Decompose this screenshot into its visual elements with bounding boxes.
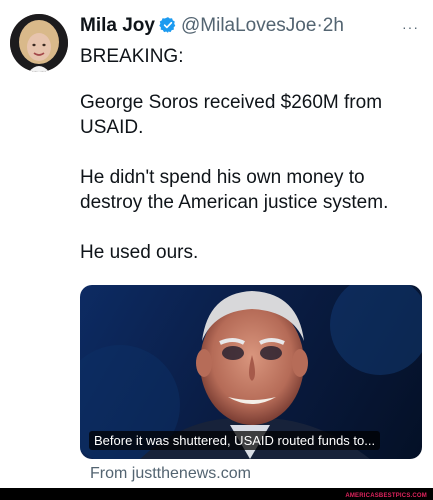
tweet-line: BREAKING:	[80, 46, 184, 67]
link-source[interactable]: From justthenews.com	[90, 465, 251, 483]
footer-bar: AMERICASBESTPICS.COM	[0, 488, 433, 500]
media-caption: Before it was shuttered, USAID routed fu…	[89, 431, 381, 450]
post-time[interactable]: 2h	[323, 15, 344, 36]
tweet-header: Mila Joy @MilaLovesJoe·2h	[80, 15, 423, 41]
author-handle[interactable]: @MilaLovesJoe	[181, 15, 316, 36]
author-name[interactable]: Mila Joy	[80, 15, 155, 36]
avatar[interactable]	[10, 14, 68, 72]
verified-badge-icon	[159, 16, 177, 39]
tweet-line: He used ours.	[80, 242, 199, 263]
more-options-icon[interactable]: ···	[402, 19, 419, 35]
tweet-line: He didn't spend his own money to destroy…	[80, 167, 389, 213]
tweet-text: BREAKING: George Soros received $260M fr…	[80, 44, 425, 290]
tweet-media-image[interactable]: Before it was shuttered, USAID routed fu…	[80, 285, 422, 459]
tweet-line: George Soros received $260M from USAID.	[80, 92, 383, 138]
watermark: AMERICASBESTPICS.COM	[345, 493, 427, 499]
